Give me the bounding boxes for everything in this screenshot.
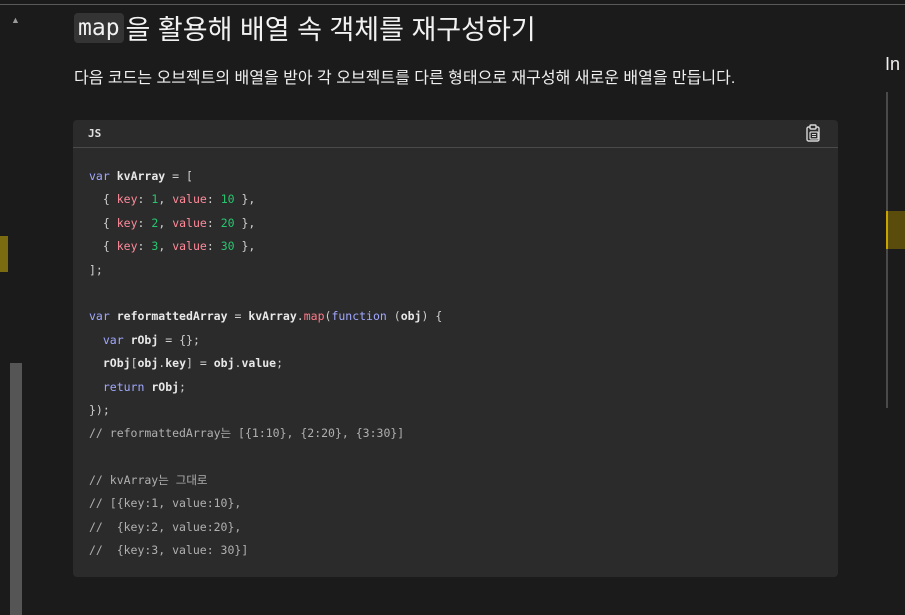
code-content: var kvArray = [ { key: 1, value: 10 }, {… xyxy=(89,165,442,563)
code-language-label: JS xyxy=(88,127,102,140)
code-line: return rObj; xyxy=(102,379,186,394)
scroll-up-arrow-icon[interactable]: ▲ xyxy=(11,15,20,25)
code-line: // {key:3, value: 30}] xyxy=(89,543,249,558)
code-line: // [{key:1, value:10}, xyxy=(89,496,242,511)
clipboard-icon[interactable] xyxy=(804,124,822,142)
code-line: { key: 3, value: 30 }, xyxy=(102,239,256,254)
toc-rail xyxy=(886,92,888,408)
code-line: { key: 2, value: 20 }, xyxy=(102,215,256,230)
code-line: // {key:2, value:20}, xyxy=(89,519,242,534)
section-heading: map 을 활용해 배열 속 객체를 재구성하기 xyxy=(74,8,536,47)
code-line: rObj[obj.key] = obj.value; xyxy=(102,356,284,371)
toc-active-item[interactable] xyxy=(886,211,905,249)
code-line: { key: 1, value: 10 }, xyxy=(102,192,256,207)
code-line: ]; xyxy=(89,262,103,277)
code-line: var reformattedArray = kvArray.map(funct… xyxy=(89,309,443,324)
code-line: // kvArray는 그대로 xyxy=(89,473,208,488)
code-block: JS var kvArray = [ { key: 1, value: 10 }… xyxy=(73,120,838,577)
code-line: }); xyxy=(89,402,110,417)
left-scrollbar-track[interactable]: ▲ xyxy=(0,5,24,615)
heading-code-chip: map xyxy=(74,12,124,43)
toc-heading: In xyxy=(885,54,901,74)
code-block-header: JS xyxy=(73,120,838,148)
code-line: var rObj = {}; xyxy=(102,332,200,347)
section-description: 다음 코드는 오브젝트의 배열을 받아 각 오브젝트를 다른 형태으로 재구성해… xyxy=(74,70,736,87)
top-border xyxy=(0,0,905,5)
heading-text: 을 활용해 배열 속 객체를 재구성하기 xyxy=(125,15,536,45)
code-line: // reformattedArray는 [{1:10}, {2:20}, {3… xyxy=(89,426,405,441)
code-line: var kvArray = [ xyxy=(89,169,193,183)
scrollbar-thumb[interactable] xyxy=(10,363,22,615)
sidebar-active-marker xyxy=(0,236,8,272)
